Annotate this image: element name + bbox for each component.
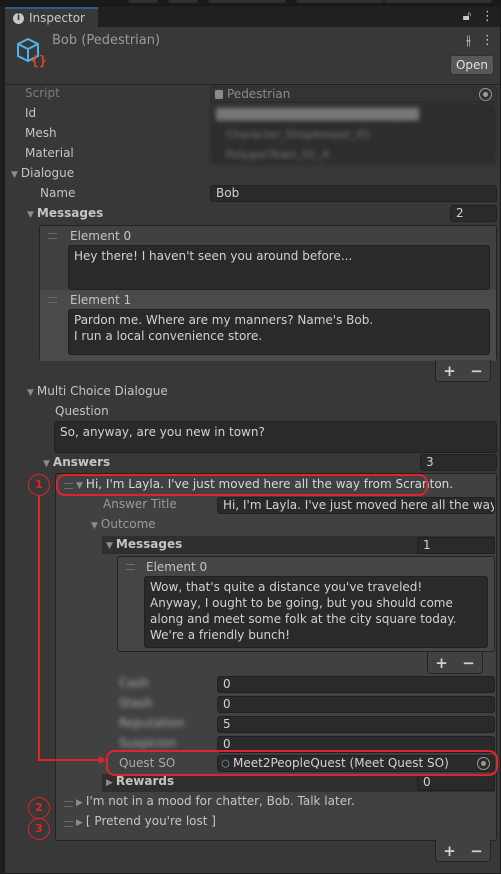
stat-label: Stash [119,696,153,710]
component-header: {} Bob (Pedestrian) ⫳ ⋮ Open [5,27,500,85]
lock-icon[interactable]: 🔓︎ [463,9,471,24]
answer-title-label: Answer Title [103,497,177,511]
annotation-badge-1: 1 [28,474,50,496]
stat-field[interactable]: 0 [217,696,495,713]
script-file-icon [215,90,223,99]
answers-add-remove: + − [435,840,491,862]
outcome-messages-add-remove: + − [427,652,483,674]
add-element-button[interactable]: + [443,362,456,380]
blurred-region: ████████████████████████ Character_Shopk… [210,103,497,165]
object-title: Bob (Pedestrian) [52,33,161,48]
info-icon: i [13,12,24,24]
question-textarea[interactable]: So, anyway, are you new in town? [54,421,497,453]
add-element-button[interactable]: + [435,654,448,672]
outcome-messages-count-field[interactable]: 1 [417,537,495,554]
drag-handle-icon[interactable] [48,233,57,239]
stat-field[interactable]: 0 [217,676,495,693]
id-label: Id [25,106,37,120]
answers-foldout[interactable]: ▼ Answers [43,455,110,469]
annotation-connector [38,759,101,761]
messages-foldout[interactable]: ▼ Messages [27,206,103,220]
dialogue-foldout[interactable]: ▼ Dialogue [11,166,74,180]
stat-label: Reputation [119,716,185,730]
foldout-expanded-icon: ▼ [43,459,50,469]
list-item: Element 1 Pardon me. Where are my manner… [40,290,496,361]
question-label: Question [55,404,109,418]
script-label: Script [25,86,60,100]
remove-element-button[interactable]: − [462,654,475,672]
foldout-expanded-icon: ▼ [27,210,34,220]
foldout-expanded-icon: ▼ [11,170,18,180]
foldout-expanded-icon: ▼ [27,388,34,398]
inspector-window: i Inspector 🔓︎ ⋮ {} Bob (Pedestrian) ⫳ ⋮… [4,6,501,874]
remove-element-button[interactable]: − [470,842,483,860]
mesh-label: Mesh [25,126,57,140]
name-field[interactable]: Bob [210,185,497,202]
open-button[interactable]: Open [450,55,494,75]
script-field[interactable]: Pedestrian [210,86,497,103]
answers-list: ▼ Hi, I'm Layla. I've just moved here all… [55,473,497,841]
tab-label: Inspector [29,11,85,25]
tab-bar: i Inspector 🔓︎ ⋮ [5,7,500,27]
tab-inspector[interactable]: i Inspector [5,7,98,27]
drag-handle-icon[interactable] [64,821,73,827]
messages-add-remove: + − [435,360,491,382]
rewards-count-field[interactable]: 0 [417,774,495,791]
answer-foldout[interactable]: ▶[ Pretend you're lost ] [76,814,216,828]
drag-handle-icon[interactable] [48,297,57,303]
inspector-body: Script Pedestrian Id Mesh Material █████… [5,85,500,873]
messages-list: Element 0 Hey there! I haven't seen you … [39,225,497,361]
list-item: Element 0 Hey there! I haven't seen you … [40,226,496,290]
answer-title-field[interactable]: Hi, I'm Layla. I've just moved here all … [217,497,495,514]
highlight-quest-so [106,750,498,776]
component-menu-icon[interactable]: ⋮ [481,33,494,48]
answers-count-field[interactable]: 3 [420,454,497,471]
highlight-answer-1 [56,474,428,496]
stat-label: Cash [119,676,149,690]
presets-icon[interactable]: ⫳ [466,33,471,48]
script-component-icon: {} [17,37,47,69]
foldout-collapsed-icon: ▶ [106,778,113,788]
svg-text:{}: {} [31,54,47,69]
annotation-badge-3: 3 [28,818,50,840]
messages-count-field[interactable]: 2 [450,205,497,222]
annotation-connector [38,496,40,760]
message-textarea[interactable]: Wow, that's quite a distance you've trav… [144,576,488,648]
message-textarea[interactable]: Hey there! I haven't seen you around bef… [68,245,490,290]
drag-handle-icon[interactable] [64,801,73,807]
material-label: Material [25,146,74,160]
outcome-messages-foldout[interactable]: ▼ Messages [106,537,182,551]
object-picker-icon[interactable] [479,88,492,101]
foldout-expanded-icon: ▼ [106,541,113,551]
material-value: PolygonTown_01_A [226,148,330,161]
add-element-button[interactable]: + [443,842,456,860]
multi-choice-foldout[interactable]: ▼ Multi Choice Dialogue [27,384,168,398]
stat-field[interactable]: 5 [217,716,495,733]
id-value: ████████████████████████ [216,108,420,121]
arrow-icon [99,756,106,764]
mesh-value: Character_Shopkeeper_01 [226,128,371,141]
name-label: Name [40,186,76,200]
stat-label: Suspicion [119,736,177,750]
remove-element-button[interactable]: − [470,362,483,380]
more-menu-icon[interactable]: ⋮ [481,9,494,24]
rewards-foldout[interactable]: ▶ Rewards [106,774,174,788]
answer-foldout[interactable]: ▶ I'm not in a mood for chatter, Bob. Tal… [76,794,355,808]
annotation-badge-2: 2 [28,797,50,819]
message-textarea[interactable]: Pardon me. Where are my manners? Name's … [68,309,490,355]
outcome-messages-list: Element 0 Wow, that's quite a distance y… [117,556,495,652]
foldout-collapsed-icon: ▶ [76,798,83,808]
foldout-expanded-icon: ▼ [91,521,98,531]
drag-handle-icon[interactable] [126,564,135,570]
outcome-foldout[interactable]: ▼ Outcome [91,517,156,531]
foldout-collapsed-icon: ▶ [76,818,83,828]
